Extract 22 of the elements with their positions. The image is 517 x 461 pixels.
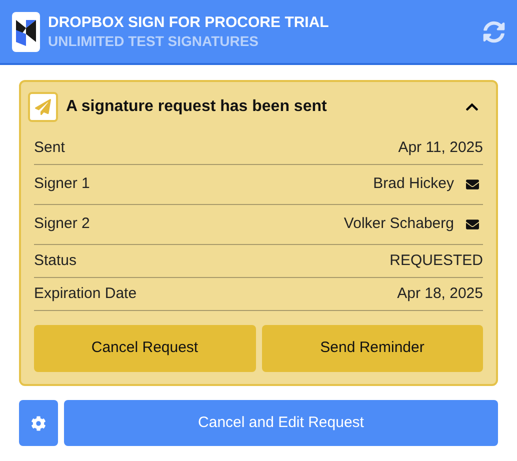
row-label: Sent xyxy=(34,138,65,158)
gear-icon xyxy=(31,416,46,430)
app-subtitle: UNLIMITED TEST SIGNATURES xyxy=(48,32,260,50)
row-value: Apr 11, 2025 xyxy=(398,138,483,158)
action-button[interactable]: Send Reminder xyxy=(262,325,483,372)
row-label: Expiration Date xyxy=(34,284,137,304)
app-title: DROPBOX SIGN FOR PROCORE TRIAL xyxy=(48,14,329,32)
row-value: Apr 18, 2025 xyxy=(397,284,483,304)
settings-button[interactable] xyxy=(19,400,58,446)
row-value: Volker Schaberg xyxy=(344,214,454,234)
row-value: REQUESTED xyxy=(390,250,483,271)
row-label: Signer 2 xyxy=(34,214,90,234)
row-value: Brad Hickey xyxy=(373,174,454,194)
card-title: A signature request has been sent xyxy=(66,97,327,117)
row-label: Status xyxy=(34,250,77,271)
action-button[interactable]: Cancel Request xyxy=(34,325,256,372)
envelope-icon[interactable] xyxy=(466,178,479,191)
paper-plane-icon xyxy=(28,92,58,122)
refresh-icon[interactable] xyxy=(483,20,505,42)
logo-icon xyxy=(12,12,40,52)
row-label: Signer 1 xyxy=(34,174,90,194)
envelope-icon[interactable] xyxy=(466,218,479,231)
